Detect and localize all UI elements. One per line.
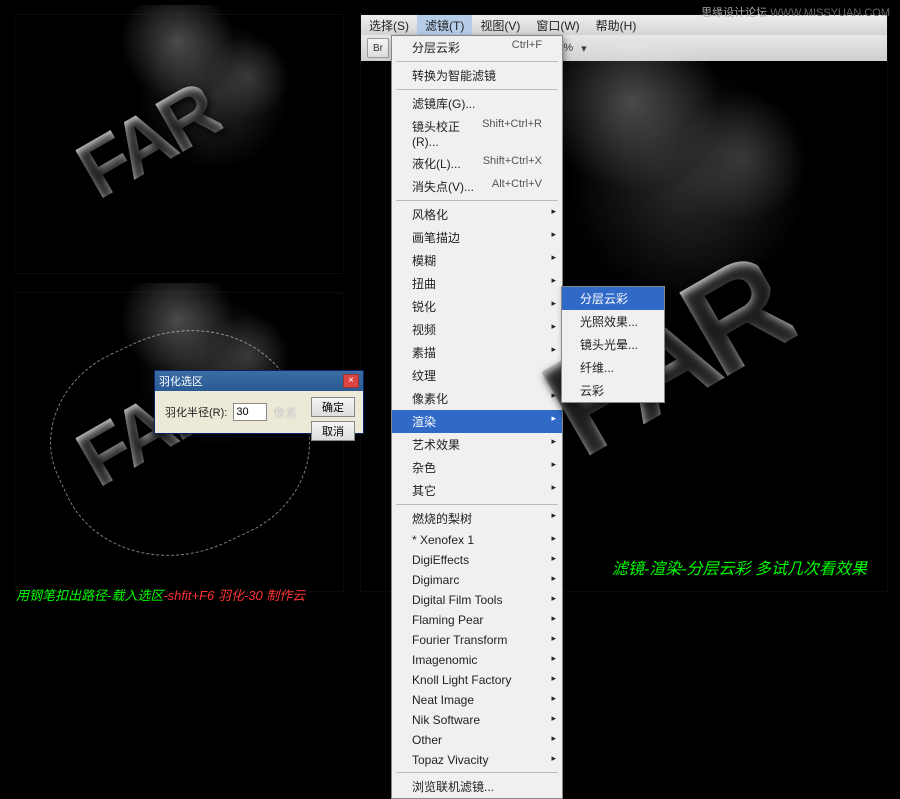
mi-smart-filter[interactable]: 转换为智能滤镜 [392, 64, 562, 87]
mi-liquify[interactable]: 液化(L)...Shift+Ctrl+X [392, 152, 562, 175]
chevron-right-icon: ▸ [551, 553, 556, 564]
mi-difference-clouds[interactable]: 分层云彩 [562, 287, 664, 310]
chevron-right-icon: ▸ [551, 673, 556, 684]
menu-select[interactable]: 选择(S) [361, 15, 417, 36]
chevron-right-icon: ▸ [551, 482, 556, 493]
chevron-right-icon: ▸ [551, 713, 556, 724]
mi-fibers[interactable]: 纤维... [562, 356, 664, 379]
mi-neat-image[interactable]: Neat Image▸ [392, 690, 562, 710]
mi-dft[interactable]: Digital Film Tools▸ [392, 590, 562, 610]
feather-radius-input[interactable] [233, 403, 267, 421]
mi-browse-online[interactable]: 浏览联机滤镜... [392, 775, 562, 798]
chevron-right-icon: ▸ [551, 733, 556, 744]
mi-artistic[interactable]: 艺术效果▸ [392, 433, 562, 456]
mi-filter-gallery[interactable]: 滤镜库(G)... [392, 92, 562, 115]
menu-window[interactable]: 窗口(W) [528, 15, 587, 36]
mi-lighting-effects[interactable]: 光照效果... [562, 310, 664, 333]
mi-fourier[interactable]: Fourier Transform▸ [392, 630, 562, 650]
caption-left: 用钢笔扣出路径-载入选区-shfit+F6 羽化-30 制作云 [16, 585, 305, 604]
mi-imagenomic[interactable]: Imagenomic▸ [392, 650, 562, 670]
mi-other-plugin[interactable]: Other▸ [392, 730, 562, 750]
mi-lens-correction[interactable]: 镜头校正(R)...Shift+Ctrl+R [392, 115, 562, 152]
feather-dialog: 羽化选区 × 羽化半径(R): 像素 确定 取消 [154, 370, 364, 434]
mi-stylize[interactable]: 风格化▸ [392, 203, 562, 226]
mi-knoll[interactable]: Knoll Light Factory▸ [392, 670, 562, 690]
caption-right: 滤镜-渲染-分层云彩 多试几次看效果 [612, 555, 867, 579]
mi-distort[interactable]: 扭曲▸ [392, 272, 562, 295]
dialog-titlebar[interactable]: 羽化选区 × [155, 371, 363, 391]
mi-blur[interactable]: 模糊▸ [392, 249, 562, 272]
ok-button[interactable]: 确定 [311, 397, 355, 417]
mi-sharpen[interactable]: 锐化▸ [392, 295, 562, 318]
chevron-right-icon: ▸ [551, 613, 556, 624]
separator [396, 89, 558, 90]
render-submenu: 分层云彩 光照效果... 镜头光晕... 纤维... 云彩 [561, 286, 665, 403]
menu-view[interactable]: 视图(V) [472, 15, 528, 36]
chevron-right-icon: ▸ [551, 459, 556, 470]
mi-burning-pear[interactable]: 燃烧的梨树▸ [392, 507, 562, 530]
mi-digimarc[interactable]: Digimarc▸ [392, 570, 562, 590]
mi-nik[interactable]: Nik Software▸ [392, 710, 562, 730]
mi-xenofex[interactable]: * Xenofex 1▸ [392, 530, 562, 550]
main-canvas-panel: 选择(S) 滤镜(T) 视图(V) 窗口(W) 帮助(H) Br ⬛ ▦ ▤ ✋… [360, 14, 888, 592]
mi-topaz[interactable]: Topaz Vivacity▸ [392, 750, 562, 770]
menu-filter[interactable]: 滤镜(T) [417, 15, 472, 36]
chevron-right-icon: ▸ [551, 436, 556, 447]
watermark: 思缘设计论坛 WWW.MISSYUAN.COM [701, 4, 890, 20]
close-icon[interactable]: × [343, 374, 359, 388]
preview-panel-top: FAR [14, 14, 344, 274]
chevron-right-icon: ▸ [551, 653, 556, 664]
separator [396, 200, 558, 201]
chevron-right-icon: ▸ [551, 593, 556, 604]
cancel-button[interactable]: 取消 [311, 421, 355, 441]
mi-vanishing-point[interactable]: 消失点(V)...Alt+Ctrl+V [392, 175, 562, 198]
mi-noise[interactable]: 杂色▸ [392, 456, 562, 479]
preview-panel-bottom: FAR [14, 292, 344, 592]
separator [396, 504, 558, 505]
mi-digieffects[interactable]: DigiEffects▸ [392, 550, 562, 570]
chevron-right-icon: ▸ [551, 693, 556, 704]
chevron-right-icon: ▸ [551, 573, 556, 584]
chevron-right-icon: ▸ [551, 533, 556, 544]
chevron-right-icon: ▸ [551, 510, 556, 521]
feather-label: 羽化半径(R): [165, 404, 227, 420]
mi-last-filter[interactable]: 分层云彩Ctrl+F [392, 36, 562, 59]
filter-dropdown: 分层云彩Ctrl+F 转换为智能滤镜 滤镜库(G)... 镜头校正(R)...S… [391, 35, 563, 799]
unit-label: 像素 [273, 404, 297, 421]
mi-render[interactable]: 渲染▸ [392, 410, 562, 433]
bridge-button[interactable]: Br [367, 38, 389, 58]
menu-help[interactable]: 帮助(H) [588, 15, 645, 36]
dialog-title: 羽化选区 [159, 373, 203, 389]
mi-clouds[interactable]: 云彩 [562, 379, 664, 402]
chevron-right-icon: ▸ [551, 753, 556, 764]
mi-pixelate[interactable]: 像素化▸ [392, 387, 562, 410]
mi-brush-strokes[interactable]: 画笔描边▸ [392, 226, 562, 249]
mi-other[interactable]: 其它▸ [392, 479, 562, 502]
mi-lens-flare[interactable]: 镜头光晕... [562, 333, 664, 356]
separator [396, 772, 558, 773]
mi-flaming-pear[interactable]: Flaming Pear▸ [392, 610, 562, 630]
chevron-right-icon: ▸ [551, 633, 556, 644]
separator [396, 61, 558, 62]
